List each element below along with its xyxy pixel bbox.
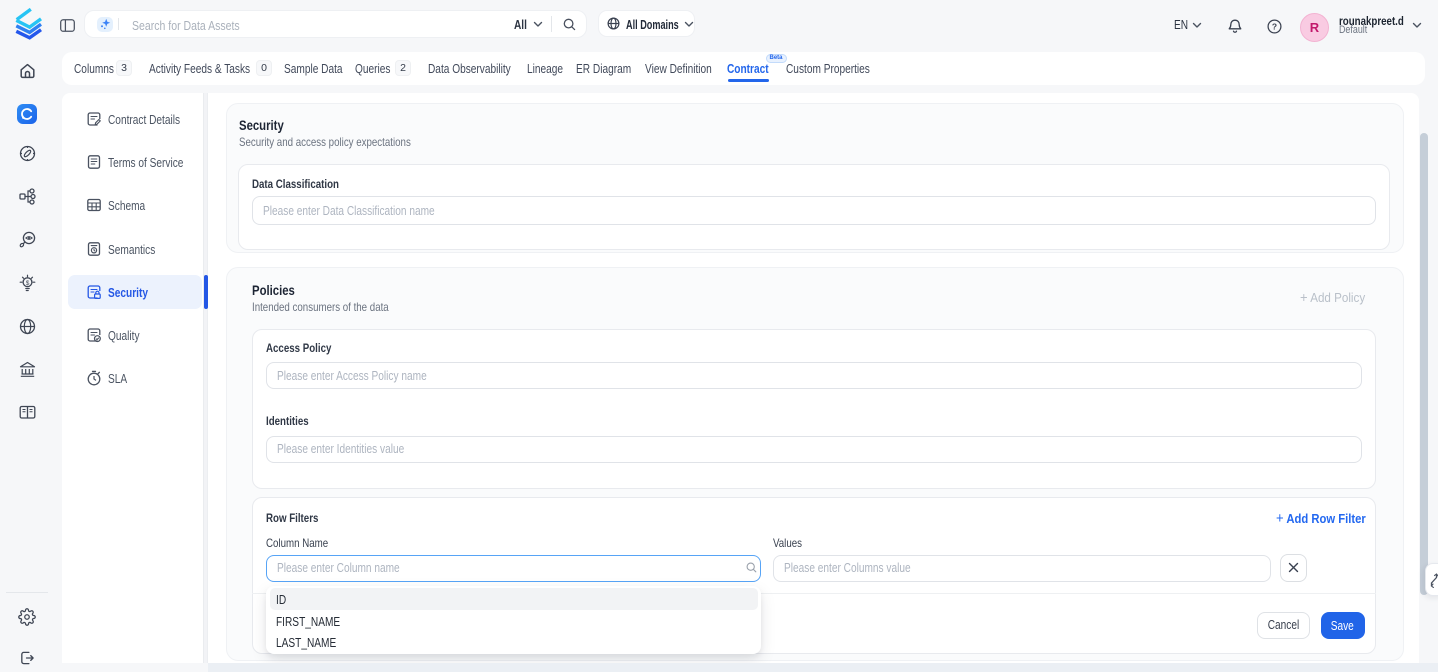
svg-text:$: $	[25, 280, 29, 287]
svg-text:?: ?	[1271, 22, 1276, 32]
